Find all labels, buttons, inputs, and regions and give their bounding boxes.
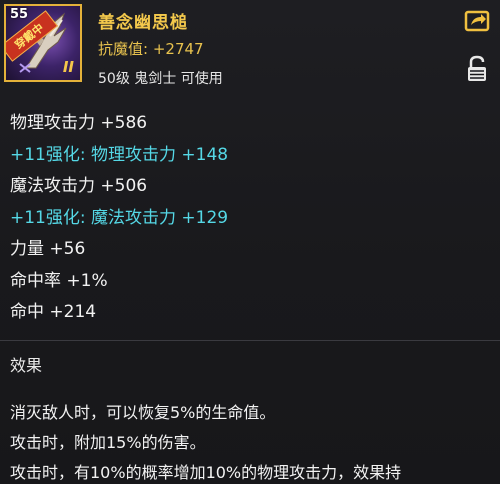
grade-mark: II <box>62 58 74 76</box>
effect-line: 攻击时，有10%的概率增加10%的物理攻击力，效果持 <box>10 463 402 482</box>
item-tooltip: 55 穿戴中 II 善念幽思槌 抗魔值: +2747 50级 鬼剑士 可使用 物… <box>0 0 500 484</box>
requirement-line: 50级 鬼剑士 可使用 <box>98 71 223 87</box>
share-icon <box>464 10 490 32</box>
stat-line: 力量 +56 <box>10 239 86 259</box>
item-level-badge: 55 <box>10 7 29 22</box>
section-divider <box>0 340 500 341</box>
stat-line: 物理攻击力 +586 <box>10 113 148 133</box>
lock-toggle-button[interactable] <box>466 55 488 83</box>
effect-line: 攻击时，附加15%的伤害。 <box>10 433 206 452</box>
item-name: 善念幽思槌 <box>98 13 188 33</box>
weapon-item-icon[interactable]: 55 穿戴中 II <box>4 4 82 82</box>
stat-line: 命中 +214 <box>10 302 97 322</box>
unlock-icon <box>468 55 486 81</box>
effect-title: 效果 <box>10 356 43 375</box>
anti-magic-line: 抗魔值: +2747 <box>98 38 204 59</box>
effect-line: 消灭敌人时，可以恢复5%的生命值。 <box>10 403 276 422</box>
stat-line: 魔法攻击力 +506 <box>10 176 148 196</box>
enhance-stat-line: +11强化: 物理攻击力 +148 <box>10 144 229 165</box>
stat-line: 命中率 +1% <box>10 270 108 291</box>
anti-magic-label: 抗魔值: <box>98 40 149 58</box>
anti-magic-value: +2747 <box>152 40 204 58</box>
effect-list: 消灭敌人时，可以恢复5%的生命值。 攻击时，附加15%的伤害。 攻击时，有10%… <box>10 398 401 484</box>
enhance-stat-line: +11强化: 魔法攻击力 +129 <box>10 207 229 228</box>
stat-list: 物理攻击力 +586 +11强化: 物理攻击力 +148 魔法攻击力 +506 … <box>10 108 228 329</box>
share-button[interactable] <box>464 10 490 32</box>
